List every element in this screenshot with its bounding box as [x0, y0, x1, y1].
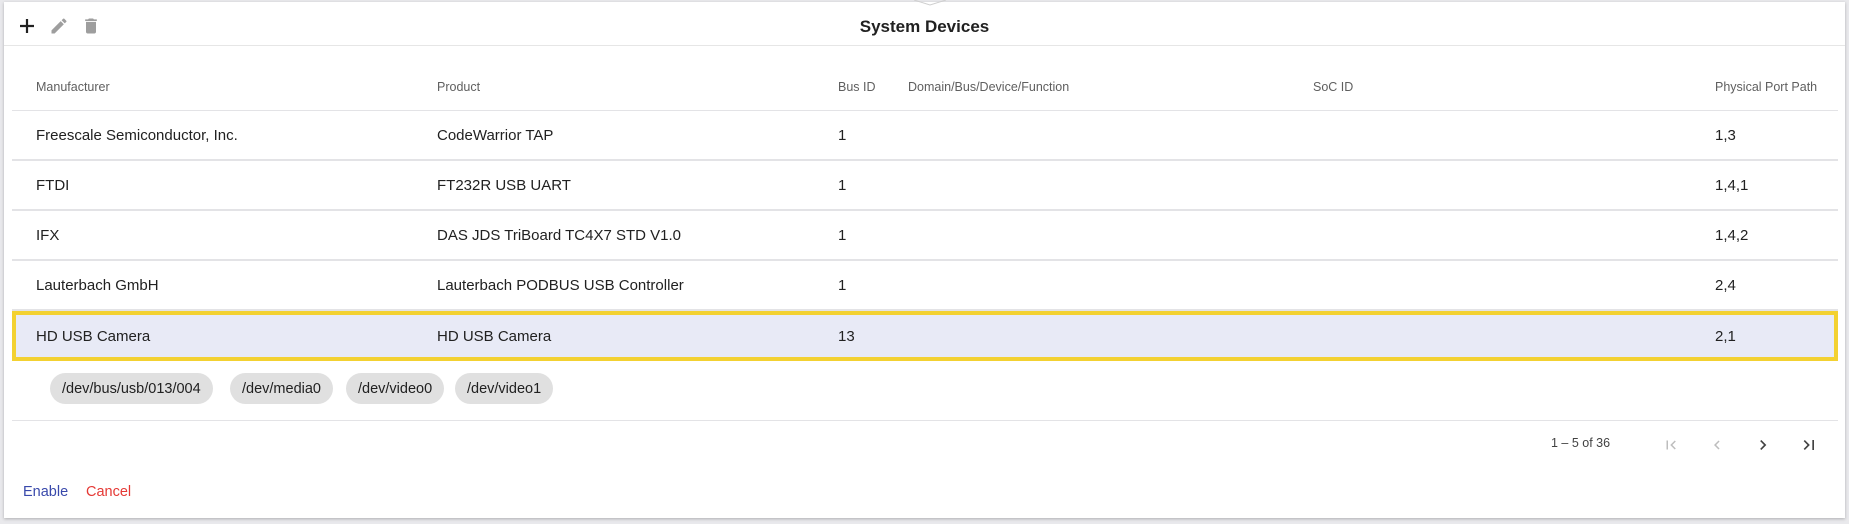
- cell-manufacturer: Lauterbach GmbH: [36, 276, 159, 294]
- device-node-chip[interactable]: /dev/video1: [455, 373, 554, 404]
- column-header-soc-id[interactable]: SoC ID: [1313, 59, 1353, 110]
- dialog-toolbar: System Devices: [4, 2, 1845, 46]
- column-header-domain-bus-device-function[interactable]: Domain/Bus/Device/Function: [908, 59, 1069, 110]
- device-node-chip[interactable]: /dev/bus/usb/013/004: [50, 373, 213, 404]
- cell-product: DAS JDS TriBoard TC4X7 STD V1.0: [437, 226, 681, 244]
- next-page-button[interactable]: [1748, 430, 1778, 460]
- cell-manufacturer: HD USB Camera: [36, 327, 151, 345]
- system-devices-dialog: System Devices Manufacturer Product Bus …: [4, 0, 1845, 518]
- cell-port-path: 2,4: [1715, 276, 1736, 294]
- cell-manufacturer: FTDI: [36, 176, 70, 194]
- devices-table: Manufacturer Product Bus ID Domain/Bus/D…: [12, 59, 1838, 421]
- first-page-button[interactable]: [1656, 430, 1686, 460]
- table-header: Manufacturer Product Bus ID Domain/Bus/D…: [12, 59, 1838, 111]
- column-header-manufacturer[interactable]: Manufacturer: [36, 59, 110, 110]
- previous-page-button[interactable]: [1702, 430, 1732, 460]
- column-header-physical-port-path[interactable]: Physical Port Path: [1715, 59, 1817, 110]
- cell-product: HD USB Camera: [437, 327, 552, 345]
- last-page-button[interactable]: [1794, 430, 1824, 460]
- chevron-left-icon: [1714, 440, 1720, 450]
- cell-bus-id: 13: [838, 327, 855, 345]
- device-node-chip[interactable]: /dev/video0: [346, 373, 445, 404]
- column-header-bus-id[interactable]: Bus ID: [838, 59, 876, 110]
- last-page-icon: [1803, 440, 1814, 450]
- device-node-chip[interactable]: /dev/media0: [230, 373, 333, 404]
- table-row[interactable]: Freescale Semiconductor, Inc. CodeWarrio…: [12, 111, 1838, 161]
- table-row[interactable]: FTDI FT232R USB UART 1 1,4,1: [12, 161, 1838, 211]
- cell-bus-id: 1: [838, 226, 847, 244]
- table-row[interactable]: Lauterbach GmbH Lauterbach PODBUS USB Co…: [12, 261, 1838, 311]
- cell-port-path: 1,4,1: [1715, 176, 1749, 194]
- cell-manufacturer: Freescale Semiconductor, Inc.: [36, 126, 238, 144]
- device-nodes-row: /dev/bus/usb/013/004 /dev/media0 /dev/vi…: [12, 363, 1838, 421]
- cell-product: Lauterbach PODBUS USB Controller: [437, 276, 684, 294]
- cell-port-path: 1,4,2: [1715, 226, 1749, 244]
- dialog-title: System Devices: [859, 17, 990, 36]
- cell-bus-id: 1: [838, 126, 847, 144]
- cell-product: CodeWarrior TAP: [437, 126, 554, 144]
- first-page-icon: [1666, 440, 1676, 450]
- column-header-product[interactable]: Product: [437, 59, 480, 110]
- cell-manufacturer: IFX: [36, 226, 60, 244]
- cell-port-path: 1,3: [1715, 126, 1736, 144]
- table-row[interactable]: IFX DAS JDS TriBoard TC4X7 STD V1.0 1 1,…: [12, 211, 1838, 261]
- table-row-selected[interactable]: HD USB Camera HD USB Camera 13 2,1: [12, 311, 1838, 361]
- chevron-right-icon: [1760, 440, 1767, 450]
- paginator: 1 – 5 of 36: [4, 424, 1845, 464]
- cell-bus-id: 1: [838, 276, 847, 294]
- paginator-range-label: 1 – 5 of 36: [1551, 436, 1611, 450]
- cell-product: FT232R USB UART: [437, 176, 571, 194]
- cell-bus-id: 1: [838, 176, 847, 194]
- cancel-button[interactable]: Cancel: [86, 484, 131, 500]
- cell-port-path: 2,1: [1715, 327, 1736, 345]
- enable-button[interactable]: Enable: [23, 484, 68, 500]
- dialog-actions: Enable Cancel: [4, 484, 1845, 504]
